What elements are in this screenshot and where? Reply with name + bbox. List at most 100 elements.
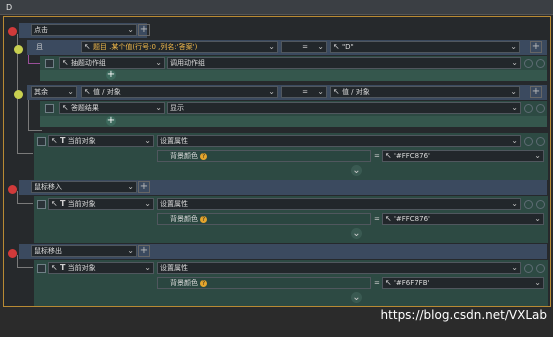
event-select-mousein[interactable]: 鼠标移入 ⌄ (31, 181, 137, 193)
help-icon: ? (200, 280, 207, 287)
logic-select-else[interactable]: 其余 ⌄ (31, 86, 77, 98)
operator-select[interactable]: = ⌄ (281, 41, 327, 53)
target-select[interactable]: ↖ 答题结果 ⌄ (59, 102, 165, 114)
value-text: "D" (341, 43, 354, 51)
target-select[interactable]: ↖ T 当前对象 ⌄ (48, 135, 154, 147)
toggle-icon[interactable] (524, 200, 533, 209)
event-select-click[interactable]: 点击 ⌄ (31, 24, 137, 36)
toggle-icon[interactable] (536, 104, 545, 113)
toggle-icon[interactable] (524, 59, 533, 68)
toggle-icon[interactable] (536, 59, 545, 68)
select-checkbox[interactable] (45, 104, 54, 113)
event-label: 点击 (34, 26, 48, 34)
window-title: D (6, 3, 13, 12)
op-text: = (374, 279, 380, 287)
condition-right-select[interactable]: ↖ 值 / 对象 ⌄ (330, 86, 520, 98)
action-text: 设置属性 (160, 137, 188, 145)
pointer-icon: ↖ (51, 136, 58, 145)
pointer-icon: ↖ (385, 278, 392, 287)
chevron-down-icon: ⌄ (127, 246, 134, 255)
chevron-down-icon: ⌄ (511, 103, 518, 112)
target-select[interactable]: ↖ T 当前对象 ⌄ (48, 262, 154, 274)
tree-line (28, 130, 42, 131)
chevron-down-icon: ⌄ (144, 199, 151, 208)
op-text: = (374, 215, 380, 223)
toggle-icon[interactable] (524, 264, 533, 273)
remove-condition-button[interactable] (14, 90, 23, 99)
toggle-icon[interactable] (536, 200, 545, 209)
action-select[interactable]: 调用动作组 ⌄ (167, 57, 521, 69)
value-text: '#FFC876' (393, 215, 430, 223)
expand-chevron-icon[interactable]: ⌄ (351, 165, 362, 176)
select-checkbox[interactable] (37, 264, 46, 273)
op-text: = (374, 152, 380, 160)
property-text: 背景颜色 (170, 279, 198, 287)
value-text: '#F6F7FB' (393, 279, 430, 287)
chevron-down-icon: ⌄ (317, 87, 324, 96)
value-select[interactable]: ↖ '#F6F7FB' ⌄ (382, 277, 544, 289)
expand-chevron-icon[interactable]: ⌄ (351, 292, 362, 303)
logic-else-text: 其余 (34, 88, 48, 96)
action-select[interactable]: 设置属性 ⌄ (157, 198, 521, 210)
value-select[interactable]: ↖ '#FFC876' ⌄ (382, 213, 544, 225)
app-root: D 点击 ⌄ + 且 ↖ 题目 .某个值(行号:0 ,列名:'答案') ⌄ = ⌄ ↖… (0, 0, 553, 337)
event-label: 鼠标移出 (34, 247, 62, 255)
pointer-icon: ↖ (62, 103, 69, 112)
property-select[interactable]: 背景颜色? (157, 277, 371, 289)
pointer-icon: ↖ (84, 87, 91, 96)
action-text: 设置属性 (160, 264, 188, 272)
add-action-bar (40, 70, 547, 81)
action-select[interactable]: 设置属性 ⌄ (157, 135, 521, 147)
operator-text: = (302, 88, 308, 96)
chevron-down-icon: ⌄ (511, 263, 518, 272)
condition-text: 题目 .某个值(行号:0 ,列名:'答案') (92, 43, 198, 51)
target-select[interactable]: ↖ 抽题动作组 ⌄ (59, 57, 165, 69)
target-text: 当前对象 (67, 264, 96, 272)
tree-line (17, 267, 33, 268)
add-event-button[interactable]: + (138, 245, 150, 257)
remove-condition-button[interactable] (14, 45, 23, 54)
remove-event-button[interactable] (8, 185, 17, 194)
pointer-icon: ↖ (84, 42, 91, 51)
add-condition-button[interactable]: + (530, 86, 542, 98)
add-condition-button[interactable]: + (530, 41, 542, 53)
pointer-icon: ↖ (385, 151, 392, 160)
text-icon: T (59, 199, 66, 208)
expand-chevron-icon[interactable]: ⌄ (351, 228, 362, 239)
watermark-text: https://blog.csdn.net/VXLab (380, 308, 547, 322)
chevron-down-icon: ⌄ (268, 42, 275, 51)
add-event-button[interactable]: + (138, 181, 150, 193)
event-select-mouseout[interactable]: 鼠标移出 ⌄ (31, 245, 137, 257)
toggle-icon[interactable] (536, 264, 545, 273)
target-text: 当前对象 (67, 137, 96, 145)
toggle-icon[interactable] (524, 137, 533, 146)
add-action-button[interactable]: + (106, 116, 116, 126)
add-action-bar (40, 116, 547, 127)
condition-right-select[interactable]: ↖ "D" ⌄ (330, 41, 520, 53)
remove-event-button[interactable] (8, 249, 17, 258)
property-select[interactable]: 背景颜色? (157, 150, 371, 162)
remove-event-button[interactable] (8, 27, 17, 36)
add-action-button[interactable]: + (106, 70, 116, 80)
toggle-icon[interactable] (524, 104, 533, 113)
add-event-button[interactable]: + (138, 24, 150, 36)
operator-select[interactable]: = ⌄ (281, 86, 327, 98)
pointer-icon: ↖ (333, 42, 340, 51)
action-select[interactable]: 显示 ⌄ (167, 102, 521, 114)
tree-line (17, 255, 18, 267)
property-select[interactable]: 背景颜色? (157, 213, 371, 225)
value-select[interactable]: ↖ '#FFC876' ⌄ (382, 150, 544, 162)
condition-left-select[interactable]: ↖ 题目 .某个值(行号:0 ,列名:'答案') ⌄ (81, 41, 278, 53)
event-label: 鼠标移入 (34, 183, 62, 191)
chevron-down-icon: ⌄ (511, 199, 518, 208)
target-select[interactable]: ↖ T 当前对象 ⌄ (48, 198, 154, 210)
action-select[interactable]: 设置属性 ⌄ (157, 262, 521, 274)
toggle-icon[interactable] (536, 137, 545, 146)
right-text: 值 / 对象 (341, 88, 370, 96)
pointer-icon: ↖ (333, 87, 340, 96)
select-checkbox[interactable] (45, 59, 54, 68)
select-checkbox[interactable] (37, 200, 46, 209)
select-checkbox[interactable] (37, 137, 46, 146)
chevron-down-icon: ⌄ (534, 214, 541, 223)
condition-left-select[interactable]: ↖ 值 / 对象 ⌄ (81, 86, 278, 98)
